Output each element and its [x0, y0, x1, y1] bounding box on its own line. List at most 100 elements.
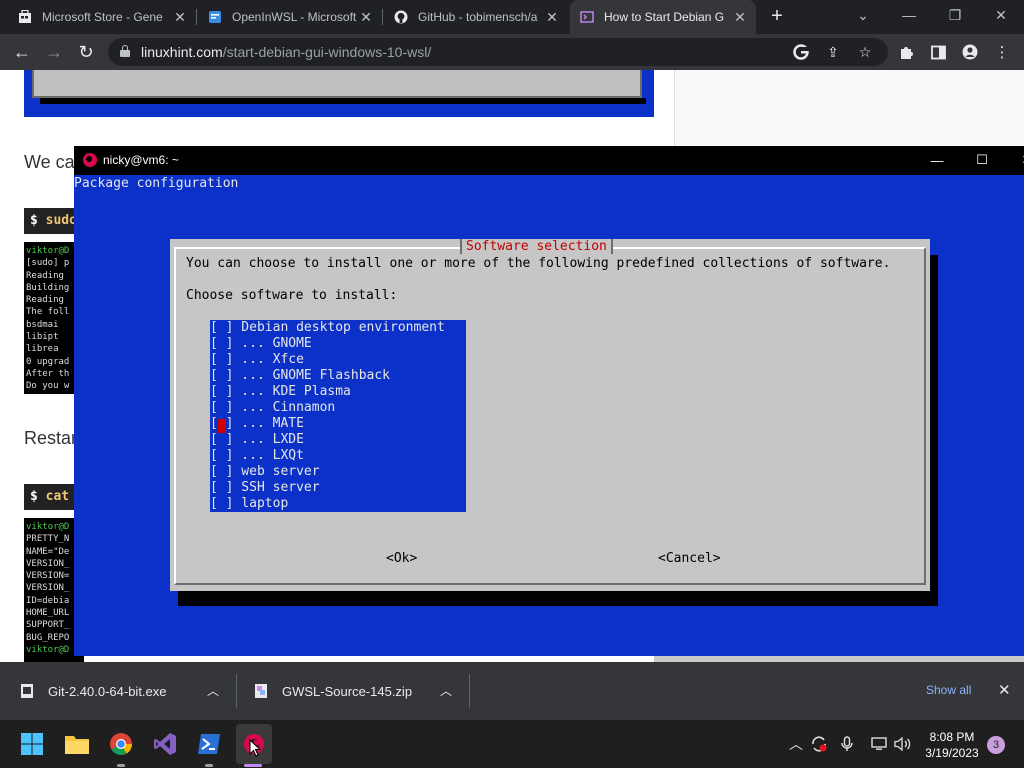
package-configuration-header: Package configuration: [74, 176, 239, 191]
checklist-item-web-server[interactable]: [ ] web server: [210, 464, 320, 480]
minimize-icon[interactable]: —: [886, 0, 932, 30]
profile-avatar-icon[interactable]: [960, 42, 980, 62]
download-separator: [469, 674, 470, 708]
volume-icon[interactable]: [894, 735, 912, 753]
maximize-icon[interactable]: ☐: [967, 150, 997, 170]
windows-taskbar: ︿ 8:08 PM 3/19/2023: [0, 720, 1024, 768]
share-icon[interactable]: ⇪: [823, 42, 843, 62]
running-indicator: [205, 764, 213, 767]
openinwsl-icon: [208, 10, 222, 24]
tab-title: How to Start Debian G: [604, 10, 725, 24]
debian-swirl-icon: [83, 153, 97, 167]
checklist-item-lxqt[interactable]: [ ] ... LXQt: [210, 448, 304, 464]
command-text: cat: [45, 489, 70, 504]
checklist-item-gnome-flashback[interactable]: [ ] ... GNOME Flashback: [210, 368, 390, 384]
windows-start-icon[interactable]: [16, 728, 48, 760]
tab-github[interactable]: GitHub - tobimensch/a ✕: [384, 0, 568, 34]
checklist-item-xfce[interactable]: [ ] ... Xfce: [210, 352, 304, 368]
tab-separator: [382, 9, 383, 25]
download-filename: GWSL-Source-145.zip: [282, 683, 413, 699]
running-indicator: [117, 764, 125, 767]
tab-title: OpenInWSL - Microsoft: [232, 10, 357, 24]
checklist-item-lxde[interactable]: [ ] ... LXDE: [210, 432, 304, 448]
display-icon[interactable]: [870, 735, 888, 753]
article-paragraph: We ca: [24, 152, 75, 172]
tab-linuxhint[interactable]: How to Start Debian G ✕: [570, 0, 756, 34]
command-text: sudo: [45, 213, 77, 228]
tab-title: GitHub - tobimensch/a: [418, 10, 538, 24]
checklist-item-kde-plasma[interactable]: [ ] ... KDE Plasma: [210, 384, 351, 400]
microsoft-store-icon: [18, 10, 32, 24]
menu-kebab-icon[interactable]: ⋮: [992, 42, 1012, 62]
close-icon[interactable]: ✕: [998, 681, 1011, 699]
browser-toolbar: ← → ↻ linuxhint.com/start-debian-gui-win…: [0, 34, 1024, 70]
url-text[interactable]: linuxhint.com/start-debian-gui-windows-1…: [141, 44, 431, 60]
visual-studio-icon[interactable]: [149, 728, 181, 760]
minimize-icon[interactable]: —: [922, 150, 952, 170]
close-icon[interactable]: ✕: [732, 9, 748, 26]
download-item-gwsl[interactable]: GWSL-Source-145.zip: [254, 662, 412, 720]
ok-button[interactable]: <Ok>: [386, 551, 417, 566]
download-separator: [236, 674, 237, 708]
chevron-up-icon[interactable]: ︿: [438, 682, 454, 698]
close-icon[interactable]: ✕: [358, 9, 374, 26]
chevron-up-icon[interactable]: ︿: [205, 682, 221, 698]
back-icon[interactable]: ←: [10, 40, 34, 64]
tab-separator: [196, 9, 197, 25]
article-screenshot-image: [24, 70, 654, 117]
address-bar[interactable]: linuxhint.com/start-debian-gui-windows-1…: [108, 38, 888, 66]
tab-search-icon[interactable]: ⌄: [840, 0, 886, 30]
sync-icon[interactable]: [810, 735, 828, 753]
terminal-body[interactable]: Package configuration Software selection…: [74, 175, 1024, 656]
software-checklist[interactable]: [ ] Debian desktop environment [ ] ... G…: [210, 320, 466, 512]
extensions-puzzle-icon[interactable]: [896, 42, 916, 62]
prompt-symbol: $: [30, 489, 38, 504]
powershell-icon[interactable]: [193, 728, 225, 760]
checklist-item-laptop[interactable]: [ ] laptop: [210, 496, 288, 512]
linuxhint-icon: [580, 10, 594, 24]
checklist-item-cinnamon[interactable]: [ ] ... Cinnamon: [210, 400, 335, 416]
tab-microsoft-store[interactable]: Microsoft Store - Gene ✕: [8, 0, 196, 34]
active-indicator: [244, 764, 262, 767]
lock-icon[interactable]: [120, 45, 130, 57]
dialog-title: Software selection: [460, 239, 613, 254]
close-window-icon[interactable]: ✕: [1012, 150, 1024, 170]
download-filename: Git-2.40.0-64-bit.exe: [48, 683, 167, 699]
file-explorer-icon[interactable]: [61, 728, 93, 760]
restore-icon[interactable]: ❐: [932, 0, 978, 30]
side-panel-icon[interactable]: [928, 42, 948, 62]
url-path: /start-debian-gui-windows-10-wsl/: [222, 44, 432, 60]
chevron-up-icon[interactable]: ︿: [787, 735, 805, 753]
prompt-symbol: $: [30, 213, 38, 228]
download-bar: Git-2.40.0-64-bit.exe ︿ GWSL-Source-145.…: [0, 662, 1024, 720]
show-all-downloads-link[interactable]: Show all: [926, 683, 971, 697]
dialog-description: You can choose to install one or more of…: [186, 256, 891, 271]
reload-icon[interactable]: ↻: [74, 40, 98, 64]
close-window-icon[interactable]: ✕: [978, 0, 1024, 30]
software-selection-dialog: Software selection You can choose to ins…: [170, 239, 930, 591]
browser-tab-bar: Microsoft Store - Gene ✕ OpenInWSL - Mic…: [0, 0, 1024, 34]
exe-file-icon: [20, 683, 34, 699]
chrome-icon[interactable]: [105, 728, 137, 760]
close-icon[interactable]: ✕: [544, 9, 560, 26]
terminal-title-bar[interactable]: nicky@vm6: ~ — ☐ ✕: [74, 146, 1024, 175]
cancel-button[interactable]: <Cancel>: [658, 551, 721, 566]
notification-badge[interactable]: 3: [987, 736, 1005, 754]
google-icon[interactable]: [791, 42, 811, 62]
mouse-pointer-icon: [248, 738, 262, 758]
checklist-item-debian-desktop[interactable]: [ ] Debian desktop environment: [210, 320, 445, 336]
clock-time: 8:08 PM: [929, 730, 975, 744]
checklist-item-ssh-server[interactable]: [ ] SSH server: [210, 480, 320, 496]
download-item-git[interactable]: Git-2.40.0-64-bit.exe: [20, 662, 167, 720]
system-clock[interactable]: 8:08 PM 3/19/2023: [922, 729, 982, 761]
checklist-item-gnome[interactable]: [ ] ... GNOME: [210, 336, 312, 352]
new-tab-button[interactable]: +: [766, 6, 788, 28]
microphone-icon[interactable]: [838, 735, 856, 753]
forward-icon[interactable]: →: [42, 40, 66, 64]
url-host: linuxhint.com: [141, 44, 223, 60]
close-icon[interactable]: ✕: [172, 9, 188, 26]
zip-file-icon: [254, 683, 268, 699]
github-icon: [394, 10, 408, 24]
bookmark-star-icon[interactable]: ☆: [855, 42, 875, 62]
tab-openinwsl[interactable]: OpenInWSL - Microsoft ✕: [198, 0, 382, 34]
